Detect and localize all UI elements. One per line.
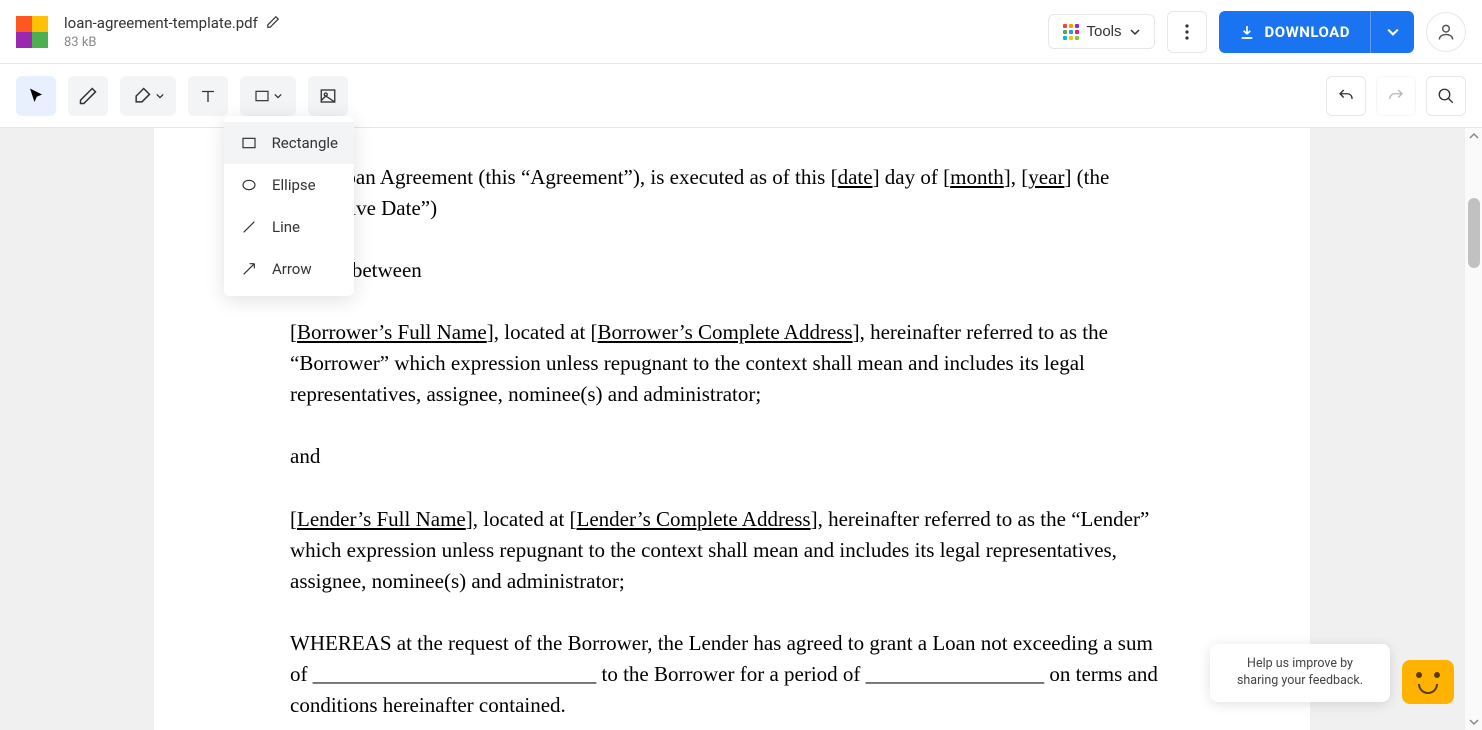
caret-down-icon (156, 92, 164, 100)
more-options-button[interactable] (1167, 11, 1207, 53)
highlight-tool[interactable] (120, 76, 176, 116)
menu-item-rectangle[interactable]: Rectangle (224, 122, 354, 164)
doc-paragraph: by and between (290, 255, 1174, 286)
marker-icon (132, 86, 152, 106)
doc-paragraph: This Loan Agreement (this “Agreement”), … (290, 162, 1174, 224)
vertical-scrollbar[interactable] (1464, 128, 1482, 730)
draw-tool[interactable] (68, 76, 108, 116)
rectangle-icon (254, 88, 270, 104)
account-button[interactable] (1426, 12, 1466, 52)
shape-dropdown-menu: Rectangle Ellipse Line Arrow (224, 116, 354, 296)
face-mouth-icon (1418, 684, 1438, 694)
redo-button[interactable] (1376, 76, 1416, 116)
download-options-button[interactable] (1370, 11, 1414, 53)
redo-icon (1387, 87, 1405, 105)
ellipse-icon (240, 176, 258, 194)
tools-label: Tools (1087, 23, 1122, 40)
feedback-text: Help us improve by sharing your feedback… (1237, 656, 1363, 688)
scroll-area[interactable]: This Loan Agreement (this “Agreement”), … (0, 128, 1464, 730)
menu-label: Ellipse (272, 176, 316, 194)
image-tool[interactable] (308, 76, 348, 116)
menu-item-ellipse[interactable]: Ellipse (224, 164, 354, 206)
download-button[interactable]: DOWNLOAD (1219, 11, 1370, 53)
undo-button[interactable] (1326, 76, 1366, 116)
tools-grid-icon (1063, 24, 1079, 40)
download-icon (1239, 24, 1255, 40)
menu-label: Line (272, 218, 300, 236)
menu-label: Rectangle (272, 134, 338, 152)
doc-paragraph: [Lender’s Full Name], located at [Lender… (290, 504, 1174, 597)
scroll-up-arrow[interactable] (1465, 128, 1482, 144)
person-icon (1436, 22, 1456, 42)
text-icon (199, 87, 217, 105)
menu-label: Arrow (272, 260, 312, 278)
app-header: loan-agreement-template.pdf 83 kB Tools … (0, 0, 1482, 64)
cursor-icon (27, 87, 45, 105)
feedback-tooltip: Help us improve by sharing your feedback… (1210, 644, 1390, 702)
shape-tool[interactable] (240, 76, 296, 116)
app-logo (16, 16, 48, 48)
caret-down-icon (1130, 27, 1140, 37)
search-icon (1437, 87, 1455, 105)
chevron-down-icon (1387, 26, 1399, 38)
doc-paragraph: WHEREAS at the request of the Borrower, … (290, 628, 1174, 721)
file-name: loan-agreement-template.pdf (64, 14, 258, 32)
download-button-group: DOWNLOAD (1219, 11, 1414, 53)
menu-item-arrow[interactable]: Arrow (224, 248, 354, 290)
feedback-button[interactable] (1402, 660, 1454, 704)
arrow-icon (240, 260, 258, 278)
line-icon (240, 218, 258, 236)
editor-toolbar (0, 64, 1482, 128)
image-icon (319, 87, 337, 105)
tools-button[interactable]: Tools (1048, 14, 1155, 49)
caret-down-icon (274, 92, 282, 100)
search-button[interactable] (1426, 76, 1466, 116)
file-size: 83 kB (64, 35, 280, 50)
scroll-down-arrow[interactable] (1465, 714, 1482, 730)
doc-paragraph: [Borrower’s Full Name], located at [Borr… (290, 317, 1174, 410)
kebab-icon (1185, 24, 1189, 40)
rectangle-icon (240, 134, 258, 152)
scrollbar-thumb[interactable] (1468, 198, 1480, 268)
document-viewport: This Loan Agreement (this “Agreement”), … (0, 128, 1482, 730)
text-tool[interactable] (188, 76, 228, 116)
download-label: DOWNLOAD (1265, 23, 1350, 41)
undo-icon (1337, 87, 1355, 105)
file-info: loan-agreement-template.pdf 83 kB (64, 14, 280, 50)
doc-paragraph: and (290, 441, 1174, 472)
menu-item-line[interactable]: Line (224, 206, 354, 248)
face-eyes-icon (1402, 672, 1454, 678)
select-tool[interactable] (16, 76, 56, 116)
pencil-icon (78, 86, 98, 106)
edit-name-icon[interactable] (266, 14, 280, 33)
